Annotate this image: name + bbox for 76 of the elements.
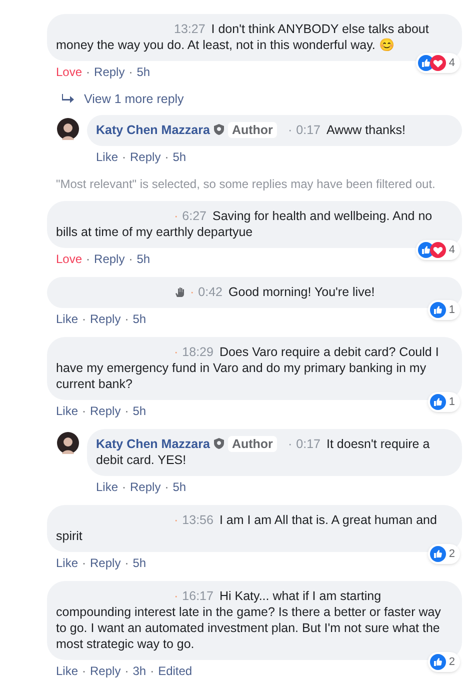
reaction-count: 4 [448, 56, 456, 71]
view-more-replies-link[interactable]: View 1 more reply [84, 90, 184, 109]
timestamp: 5h [132, 312, 146, 327]
hand-icon [174, 286, 186, 298]
reaction-link[interactable]: Like [96, 150, 118, 165]
thumbs-up-icon [430, 654, 446, 670]
reply-link[interactable]: Reply [94, 65, 125, 80]
separator-dot: · [82, 312, 86, 327]
thumbs-up-icon [430, 546, 446, 562]
reaction-count: 2 [448, 546, 456, 562]
reply-link[interactable]: Reply [94, 252, 125, 267]
reply-link[interactable]: Reply [130, 480, 161, 495]
reaction-link[interactable]: Like [56, 664, 78, 679]
shield-icon [214, 124, 224, 136]
reaction-summary[interactable]: 1 [428, 300, 460, 320]
reaction-summary[interactable]: 4 [416, 53, 460, 73]
reaction-count: 4 [448, 242, 456, 258]
reply-link[interactable]: Reply [90, 664, 121, 679]
author-name[interactable]: Katy Chen Mazzara [96, 122, 210, 138]
separator-dot: · [124, 312, 129, 327]
reply-link[interactable]: Reply [90, 404, 121, 419]
reaction-count: 1 [448, 394, 456, 410]
reaction-link[interactable]: Love [56, 65, 82, 80]
reaction-count: 1 [448, 302, 456, 318]
timestamp: 5h [132, 404, 146, 419]
separator-dot: · [82, 556, 86, 571]
timestamp: 5h [136, 252, 150, 267]
separator-dot: · [124, 556, 129, 571]
separator-dot: · [122, 480, 126, 495]
reaction-link[interactable]: Like [56, 556, 78, 571]
reaction-link[interactable]: Like [56, 404, 78, 419]
reaction-link[interactable]: Like [56, 312, 78, 327]
avatar[interactable] [57, 118, 79, 140]
separator-dot: · [128, 252, 133, 267]
reply-link[interactable]: Reply [90, 556, 121, 571]
author-badge: Author [228, 122, 277, 138]
reply-link[interactable]: Reply [90, 312, 121, 327]
separator-dot: · [122, 150, 126, 165]
separator-dot: · [124, 404, 129, 419]
comment-text: · 18:29 Does Varo require a debit card? Could I have my emergency fund in Varo and do my primary banking in my current bank? [56, 344, 440, 392]
reaction-summary[interactable]: 2 [428, 544, 460, 564]
reaction-summary[interactable]: 4 [416, 240, 460, 260]
separator-dot: · [164, 150, 169, 165]
separator-dot: · [124, 664, 129, 679]
thumbs-up-icon [430, 302, 446, 318]
reply-arrow-icon [62, 94, 74, 104]
filter-notice: "Most relevant" is selected, so some replies may have been filtered out. [55, 176, 436, 193]
timestamp: 5h [172, 150, 186, 165]
reaction-link[interactable]: Love [56, 252, 82, 267]
timestamp: 5h [132, 556, 146, 571]
comment-text: · 6:27 Saving for health and wellbeing. And no bills at time of my earthly departyue [56, 208, 434, 240]
comment-text: 13:27 I don't think ANYBODY else talks about money the way you do. At least, not in this wonderful way. 😊 [56, 21, 430, 53]
separator-dot: · [128, 65, 133, 80]
separator-dot: · [82, 404, 86, 419]
separator-dot: · [86, 65, 90, 80]
avatar[interactable] [57, 432, 79, 454]
comment-text: · 13:56 I am I am All that is. A great human and spirit [56, 512, 438, 544]
separator-dot: · [82, 664, 86, 679]
author-name[interactable]: Katy Chen Mazzara [96, 436, 210, 452]
timestamp: 5h [172, 480, 186, 495]
reaction-summary[interactable]: 1 [428, 392, 460, 412]
timestamp: 5h [136, 65, 150, 80]
reaction-link[interactable]: Like [96, 480, 118, 495]
comment-text: · 0:42 Good morning! You're live! [190, 284, 376, 300]
separator-dot: · [164, 480, 169, 495]
timestamp: 3h [132, 664, 146, 679]
comment-text: · 16:17 Hi Katy... what if I am starting compounding interest late in the game? Is there a better or faster way to go. I want an automated investment plan. But I'm not sure what the most strategic way to go. [56, 588, 442, 652]
thumbs-up-icon [430, 394, 446, 410]
separator-dot: · [86, 252, 90, 267]
reaction-summary[interactable]: 2 [428, 652, 460, 672]
shield-icon [214, 438, 224, 450]
reaction-count: 2 [448, 654, 456, 670]
author-badge: Author [228, 436, 277, 452]
edited-label: Edited [158, 664, 192, 679]
separator-dot: · [150, 664, 154, 679]
reply-link[interactable]: Reply [130, 150, 161, 165]
